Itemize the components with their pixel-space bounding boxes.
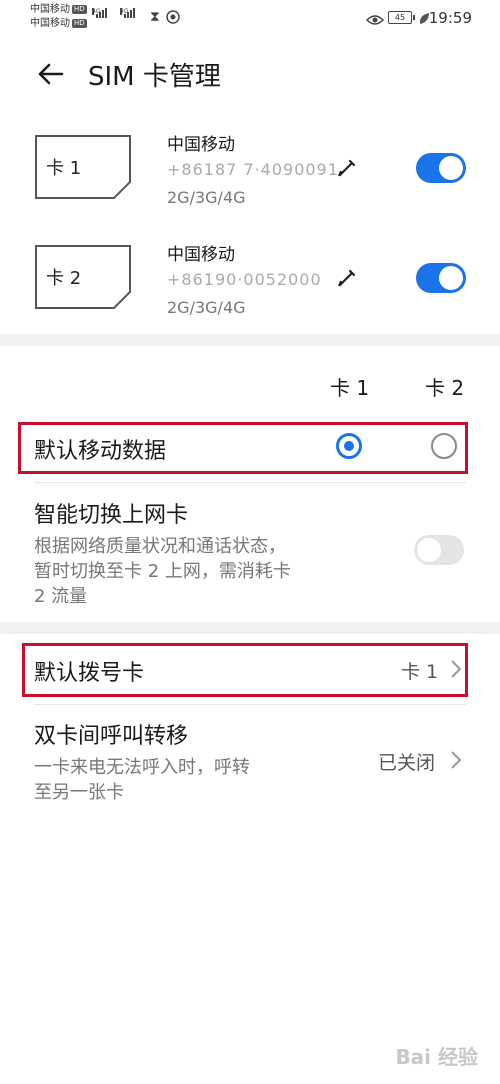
eye-icon — [365, 11, 385, 30]
sim2-carrier: 中国移动 — [167, 245, 235, 265]
sim2-network: 2G/3G/4G — [167, 298, 246, 317]
signal-icon-2: 4G — [120, 8, 135, 18]
sim1-toggle[interactable] — [416, 153, 466, 183]
call-forward-desc-1: 一卡来电无法呼入时，呼转 — [34, 757, 250, 778]
section-separator — [0, 334, 500, 346]
status-time: 19:59 — [428, 9, 472, 27]
sim1-number: +86187 7·4090091 — [167, 160, 339, 179]
status-carrier-2: 中国移动 HD — [30, 18, 87, 29]
sim2-number: +86190·0052000 — [167, 270, 322, 289]
app-notification-icon — [166, 9, 180, 28]
edit-icon[interactable] — [336, 267, 358, 289]
sim-card-icon-1: 卡 1 — [34, 134, 131, 199]
column-card2: 卡 2 — [425, 376, 465, 400]
default-dial-value[interactable]: 卡 1 — [401, 657, 438, 684]
smart-switch-desc-1: 根据网络质量状况和通话状态， — [34, 536, 286, 557]
page-title: SIM 卡管理 — [88, 62, 221, 92]
call-forward-desc-2: 至另一张卡 — [34, 782, 124, 803]
call-forward-title[interactable]: 双卡间呼叫转移 — [34, 718, 188, 750]
smart-switch-desc-2: 暂时切换至卡 2 上网，需消耗卡 — [34, 561, 291, 582]
section-separator — [0, 622, 500, 634]
smart-switch-desc-3: 2 流量 — [34, 586, 88, 607]
default-data-title: 默认移动数据 — [34, 439, 167, 464]
sim1-carrier: 中国移动 — [167, 135, 235, 155]
divider — [34, 704, 466, 705]
sim2-toggle[interactable] — [416, 263, 466, 293]
hourglass-icon: ⧗ — [150, 9, 160, 25]
default-dial-title[interactable]: 默认拨号卡 — [34, 655, 144, 687]
chevron-right-icon[interactable] — [450, 658, 462, 684]
watermark: Bai 经验 — [395, 1045, 478, 1069]
edit-icon[interactable] — [336, 157, 358, 179]
default-data-radio-card2[interactable] — [431, 433, 457, 459]
back-arrow-icon[interactable] — [36, 62, 64, 90]
status-carrier-1: 中国移动 HD — [30, 4, 87, 15]
battery-icon: 45 — [388, 11, 415, 24]
sim1-network: 2G/3G/4G — [167, 188, 246, 207]
signal-icon-1: 4G — [92, 8, 107, 18]
call-forward-value[interactable]: 已关闭 — [378, 748, 435, 775]
sim-card-icon-2: 卡 2 — [34, 244, 131, 309]
chevron-right-icon[interactable] — [450, 749, 462, 775]
default-data-radio-card1[interactable] — [336, 433, 362, 459]
divider — [34, 482, 466, 483]
smart-switch-toggle[interactable] — [414, 535, 464, 565]
column-card1: 卡 1 — [330, 376, 370, 400]
smart-switch-title: 智能切换上网卡 — [34, 503, 189, 528]
